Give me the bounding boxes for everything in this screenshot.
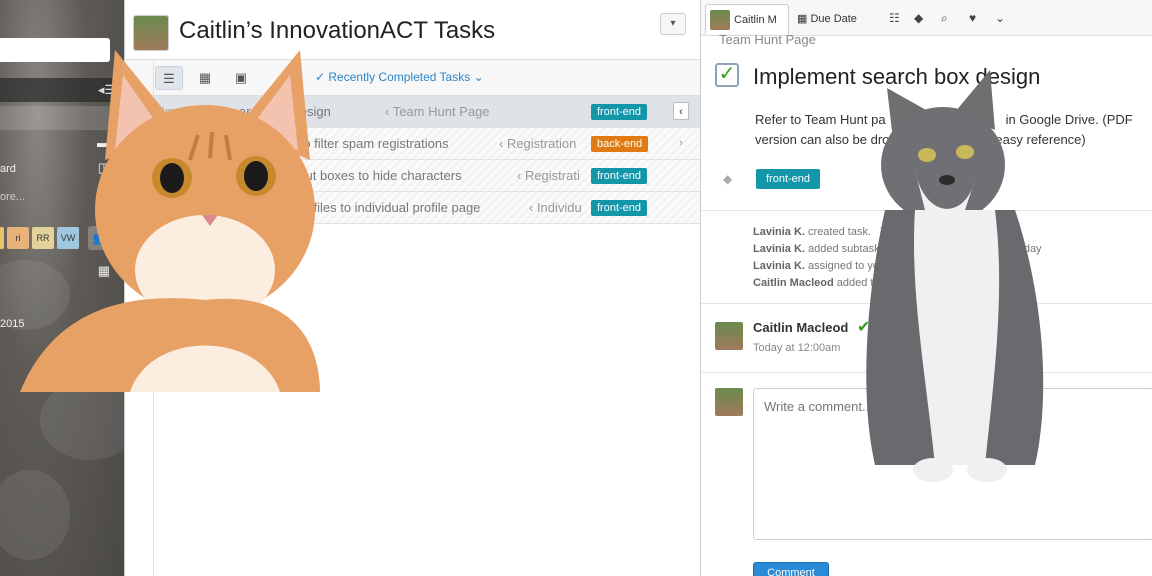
task-project[interactable]: ‹ Registrati	[517, 168, 583, 183]
activity-user[interactable]: Lavinia K.	[753, 226, 805, 238]
attachment-icon[interactable]: ⌕	[941, 11, 948, 26]
tag-icon[interactable]: ◆	[914, 11, 923, 25]
chevron-down-icon: ⌄	[470, 70, 484, 84]
sidebar-item-label[interactable]: ard	[0, 163, 16, 175]
comment-timestamp: Today at 12:00am	[753, 342, 841, 354]
grey-cat-image	[866, 70, 1044, 482]
activity-user[interactable]: Lavinia K.	[753, 260, 805, 272]
complete-checkbox[interactable]: ✓	[715, 63, 739, 87]
orange-cat-image	[20, 50, 320, 392]
tag-badge[interactable]: back-end	[591, 136, 649, 152]
task-project[interactable]: ‹ Team Hunt Page	[385, 104, 545, 119]
chevron-left-icon[interactable]: ‹	[673, 102, 689, 120]
detail-toolbar: Caitlin M ▦ Due Date ☷ ◆ ⌕ ♥ ⌄	[701, 0, 1152, 36]
background-stone	[40, 380, 124, 460]
tag-badge[interactable]: front-end	[591, 200, 648, 216]
breadcrumb[interactable]: Team Hunt Page	[719, 32, 816, 47]
background-stone	[0, 470, 70, 560]
avatar	[710, 10, 730, 30]
assignee-name: Caitlin M	[734, 14, 777, 26]
completed-tasks-filter[interactable]: ✓ Recently Completed Tasks ⌄	[315, 70, 484, 84]
subtasks-icon[interactable]: ☷	[889, 11, 900, 25]
tag-badge[interactable]: front-end	[756, 169, 821, 189]
chevron-right-icon[interactable]: ›	[673, 134, 689, 152]
completed-tasks-label: Recently Completed Tasks	[328, 70, 471, 84]
tag-icon: ◆	[723, 172, 733, 186]
avatar[interactable]	[0, 227, 4, 249]
avatar	[715, 388, 743, 416]
activity-user[interactable]: Lavinia K.	[753, 243, 805, 255]
comment-button[interactable]: Comment	[753, 562, 829, 576]
assignee-button[interactable]: Caitlin M	[705, 4, 789, 34]
tag-badge[interactable]: front-end	[591, 168, 648, 184]
due-date-label: Due Date	[810, 13, 857, 25]
activity-user[interactable]: Caitlin Macleod	[753, 277, 834, 289]
comment-author[interactable]: Caitlin Macleod	[753, 320, 848, 335]
due-date-button[interactable]: ▦ Due Date	[797, 12, 857, 25]
chevron-down-icon[interactable]: ▾	[660, 13, 686, 35]
task-project[interactable]: ‹ Registration	[499, 136, 583, 151]
avatar	[715, 322, 743, 350]
heart-icon[interactable]: ♥	[969, 11, 976, 25]
calendar-icon: ▦	[797, 13, 811, 25]
tag-badge[interactable]: front-end	[591, 104, 648, 120]
chevron-down-icon[interactable]: ⌄	[995, 11, 1005, 25]
task-project[interactable]: ‹ Individu	[529, 200, 585, 215]
